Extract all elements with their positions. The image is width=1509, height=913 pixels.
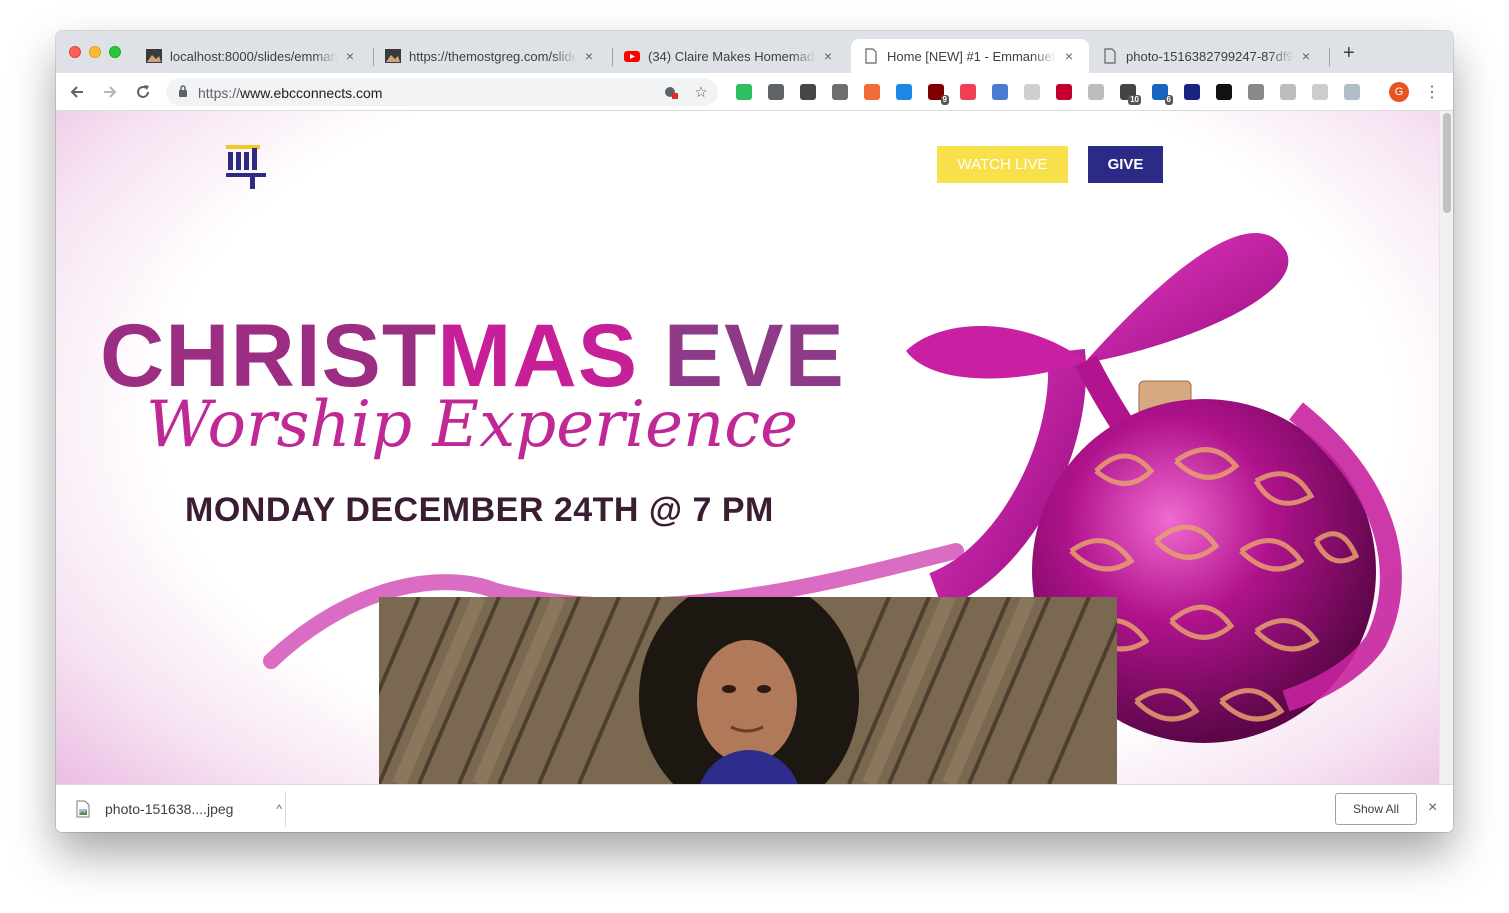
camera-icon[interactable]: [1248, 84, 1264, 100]
close-tab-icon[interactable]: ×: [1061, 48, 1077, 64]
speech-icon[interactable]: [1280, 84, 1296, 100]
window-icon[interactable]: [896, 84, 912, 100]
edit-icon[interactable]: [992, 84, 1008, 100]
lock-icon: [179, 85, 187, 97]
url-host: www.ebcconnects.com: [240, 85, 383, 101]
tab-home-emmanuel[interactable]: Home [NEW] #1 - Emmanuel Baptist ×: [851, 39, 1089, 73]
page-icon: [1102, 48, 1118, 64]
youtube-icon: [624, 48, 640, 64]
minimize-window-button[interactable]: [89, 46, 101, 58]
image-file-icon: [76, 800, 90, 818]
wappalyzer-icon[interactable]: 10: [1120, 84, 1141, 105]
tab-separator: [1329, 48, 1330, 66]
scrollbar-thumb[interactable]: [1443, 113, 1451, 213]
arrow-left-icon: [70, 86, 83, 98]
hero-date-line: MONDAY DECEMBER 24TH @ 7 PM: [185, 491, 774, 529]
close-tab-icon[interactable]: ×: [820, 48, 836, 64]
watch-live-button[interactable]: WATCH LIVE: [937, 146, 1068, 183]
wordpress-icon[interactable]: [800, 84, 816, 100]
tab-title: https://themostgreg.com/slides: [409, 48, 577, 64]
circle-icon[interactable]: [1088, 84, 1104, 100]
k-icon[interactable]: [1184, 84, 1200, 100]
pocket-icon[interactable]: [960, 84, 976, 100]
grid-icon[interactable]: [1024, 84, 1040, 100]
close-tab-icon[interactable]: ×: [581, 48, 597, 64]
stats-icon[interactable]: 6: [1152, 84, 1173, 105]
reload-button[interactable]: [132, 81, 154, 103]
page-viewport: WATCH LIVE GIVE CHRISTMAS EVE Worship Ex…: [56, 111, 1453, 784]
back-button[interactable]: [66, 81, 88, 103]
url-text[interactable]: https://www.ebcconnects.com: [198, 85, 382, 101]
chevron-up-icon[interactable]: ^: [276, 802, 282, 816]
download-item[interactable]: photo-151638....jpeg ^: [76, 795, 286, 823]
close-window-button[interactable]: [69, 46, 81, 58]
browser-window: localhost:8000/slides/emmanuel × https:/…: [56, 31, 1453, 832]
photo-icon: [146, 48, 162, 64]
angular-icon[interactable]: [1056, 84, 1072, 100]
arrow-right-icon: [104, 86, 117, 98]
tab-title: localhost:8000/slides/emmanuel: [170, 48, 338, 64]
hero-headline: CHRISTMAS EVE: [100, 311, 845, 400]
hk-icon[interactable]: [864, 84, 880, 100]
video-embed[interactable]: [379, 597, 1117, 784]
browser-menu-icon[interactable]: ⋮: [1424, 82, 1440, 102]
tab-title: photo-1516382799247-87df95: [1126, 48, 1294, 64]
tab-title: (34) Claire Makes Homemade Kit: [648, 48, 816, 64]
hero-subheadline: Worship Experience: [146, 388, 798, 462]
badge-count: 10: [1128, 95, 1141, 105]
download-shelf: photo-151638....jpeg ^ Show All ×: [56, 784, 1453, 832]
browser-toolbar: https://www.ebcconnects.com ☆ 9 10 6 G ⋮: [56, 73, 1453, 111]
evernote-icon[interactable]: [736, 84, 752, 100]
download-separator: [285, 791, 286, 827]
address-bar[interactable]: https://www.ebcconnects.com ☆: [166, 78, 718, 106]
settings-icon[interactable]: [832, 84, 848, 100]
download-file-name: photo-151638....jpeg: [105, 801, 234, 817]
profile-avatar[interactable]: G: [1389, 82, 1409, 102]
reload-icon: [137, 85, 149, 98]
page-scrollbar[interactable]: [1439, 111, 1453, 784]
new-tab-button[interactable]: +: [1343, 43, 1355, 63]
close-download-shelf-icon[interactable]: ×: [1428, 799, 1437, 817]
church-logo[interactable]: [224, 142, 268, 190]
terminal-icon[interactable]: [1216, 84, 1232, 100]
video-frame-image: [379, 597, 1117, 784]
tab-themostgreg-slides[interactable]: https://themostgreg.com/slides ×: [377, 39, 605, 73]
close-tab-icon[interactable]: ×: [1298, 48, 1314, 64]
tab-photo[interactable]: photo-1516382799247-87df95 ×: [1094, 39, 1322, 73]
give-button[interactable]: GIVE: [1088, 146, 1163, 183]
page-icon: [863, 48, 879, 64]
tab-localhost-slides[interactable]: localhost:8000/slides/emmanuel ×: [138, 39, 366, 73]
cast-icon[interactable]: [768, 84, 784, 100]
tab-strip: localhost:8000/slides/emmanuel × https:/…: [56, 31, 1453, 73]
ublock-icon[interactable]: 9: [928, 84, 949, 105]
tab-title: Home [NEW] #1 - Emmanuel Baptist: [887, 48, 1057, 64]
show-all-downloads-button[interactable]: Show All: [1335, 793, 1417, 825]
tab-separator: [612, 48, 613, 66]
badge-count: 9: [940, 95, 949, 105]
b-icon[interactable]: [1312, 84, 1328, 100]
tab-separator: [373, 48, 374, 66]
forward-button[interactable]: [99, 81, 121, 103]
bookmark-star-icon[interactable]: ☆: [692, 83, 710, 101]
r-icon[interactable]: [1344, 84, 1360, 100]
maximize-window-button[interactable]: [109, 46, 121, 58]
url-scheme: https://: [198, 85, 241, 101]
photo-icon: [385, 48, 401, 64]
blocked-cookies-icon[interactable]: [662, 83, 680, 101]
tab-youtube-claire[interactable]: (34) Claire Makes Homemade Kit ×: [616, 39, 844, 73]
badge-count: 6: [1164, 95, 1173, 105]
close-tab-icon[interactable]: ×: [342, 48, 358, 64]
